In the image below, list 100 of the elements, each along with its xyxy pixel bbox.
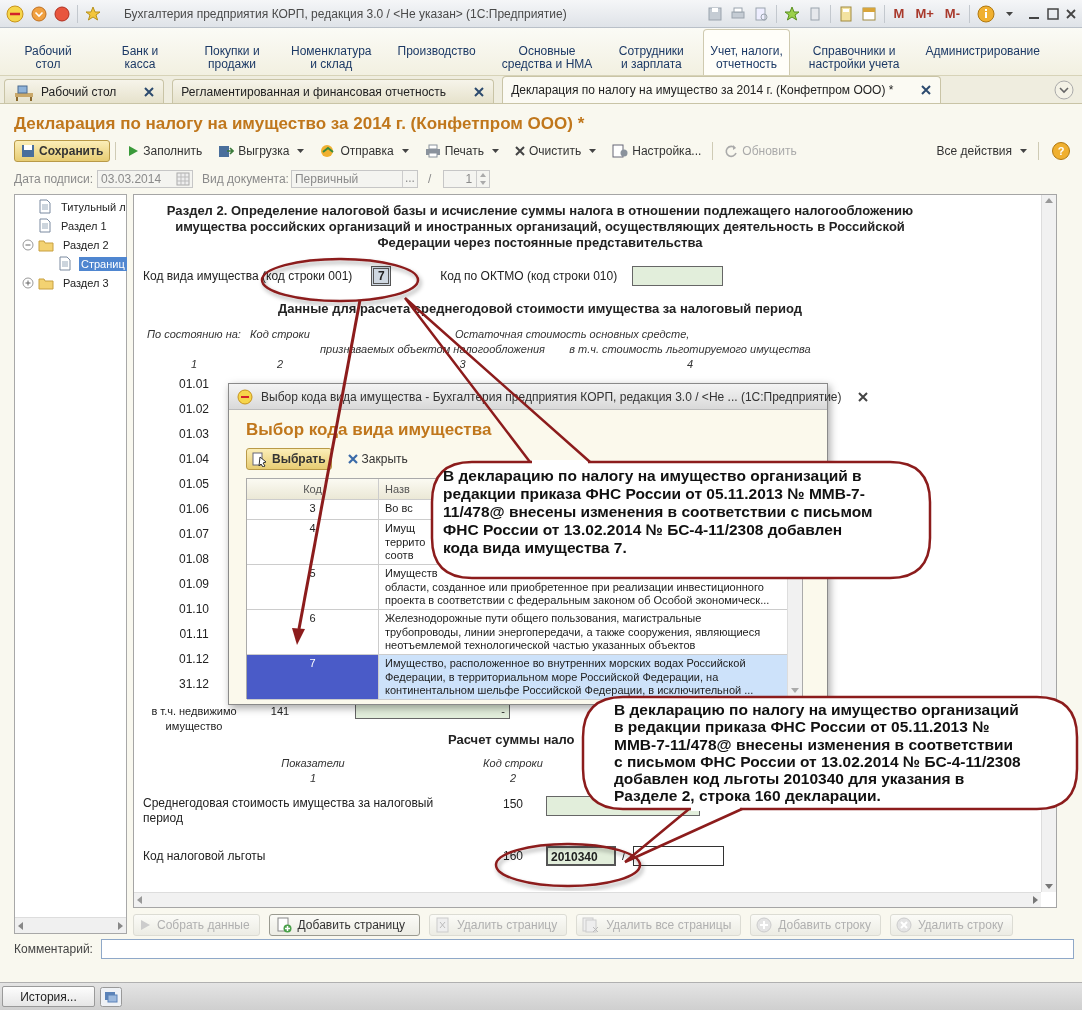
toolbar-button[interactable]: Сохранить [14, 140, 111, 162]
toolbar-button[interactable]: Выгрузка [212, 140, 311, 162]
star-plus-icon[interactable] [783, 5, 800, 22]
date-label: 01.12 [179, 652, 209, 666]
save-icon [21, 144, 35, 158]
info-icon[interactable] [977, 4, 995, 23]
star-icon[interactable] [85, 5, 101, 22]
expand-icon[interactable] [22, 276, 34, 289]
field-label: Код вида имущества (код строки 001) [143, 269, 353, 283]
windows-icon[interactable] [100, 986, 122, 1007]
export-icon [218, 144, 235, 158]
document-tab[interactable]: Регламентированная и финансовая отчетность [172, 79, 495, 103]
code-cell[interactable]: 7 [247, 655, 379, 699]
field-label: Код по ОКТМО (код строки 010) [440, 269, 618, 283]
section-tab[interactable]: Производство [390, 29, 483, 75]
name-cell[interactable]: Имущество, расположенное во внутренних морских водах Российской Федерации, в территориальном море Российской Федерации, на континентальном шельфе Российской Федерации, в исключительной ... [379, 655, 787, 699]
row-code: 141 [270, 704, 290, 719]
name-cell[interactable]: Железнодорожные пути общего пользования, магистральные трубопроводы, линии энергопередачи, а также сооружения, являющиеся неотъемлемой технологической частью указанных объектов [379, 610, 787, 654]
preview-icon[interactable] [752, 5, 769, 22]
maximize-icon[interactable] [1047, 7, 1059, 20]
section-tab[interactable]: Банк и касса [100, 29, 180, 75]
form-title: Декларация по налогу на имущество за 2014 г. (Конфетпром ООО) * [14, 113, 586, 135]
add-row-icon [756, 917, 773, 933]
close-icon[interactable] [857, 391, 868, 402]
date-label: 01.09 [179, 577, 209, 591]
row-code: 150 [502, 796, 524, 812]
dialog-button[interactable]: Выбрать [246, 448, 332, 470]
toolbar-button[interactable]: Заполнить [121, 140, 209, 162]
folder-icon [38, 275, 54, 290]
toolbar-button[interactable]: Настройка... [606, 140, 708, 162]
section-tab[interactable]: Справочники и настройки учета [801, 29, 907, 75]
all-actions-button[interactable]: Все действия [930, 140, 1033, 162]
form-button[interactable]: Добавить страницу [268, 914, 421, 936]
row-label: Код налоговой льготы [143, 848, 267, 864]
tree-item[interactable]: Страниц [79, 256, 127, 271]
dropdown-icon[interactable] [31, 5, 47, 22]
memory-button[interactable]: M- [942, 6, 962, 21]
benefit-code-field[interactable]: 2010340 [546, 846, 616, 866]
document-tab[interactable]: Декларация по налогу на имущество за 2014 г. (Конфетпром ООО) * [502, 76, 942, 103]
caret-icon [1020, 149, 1027, 153]
value-field[interactable] [633, 846, 725, 866]
document-tab[interactable]: Рабочий стол [4, 79, 165, 103]
close-icon[interactable] [144, 86, 155, 97]
column-number: 2 [508, 771, 518, 786]
field-label: Дата подписи: [14, 172, 94, 186]
folder-icon [38, 237, 54, 252]
oktmo-field[interactable] [632, 266, 724, 286]
print-icon[interactable] [729, 5, 746, 22]
toolbar-button[interactable]: Отправка [314, 140, 415, 162]
memory-button[interactable]: M [891, 6, 907, 21]
section-tab[interactable]: Покупки и продажи [192, 29, 272, 75]
logo-icon [237, 388, 253, 405]
history-button[interactable]: История... [2, 986, 95, 1007]
delete-pages-icon [582, 917, 601, 933]
column-header: Код [303, 483, 322, 495]
section-tab[interactable]: Основные средства и НМА [494, 29, 600, 75]
column-header: Код строки [483, 756, 543, 771]
section-tab[interactable]: Сотрудники и зарплата [611, 29, 692, 75]
play-icon [127, 145, 140, 157]
refresh-icon [724, 144, 739, 158]
comment-field[interactable] [100, 939, 1074, 959]
caret-icon [589, 149, 597, 153]
section-tab[interactable]: Рабочий стол [8, 29, 88, 75]
memory-button[interactable]: M+ [913, 6, 936, 21]
column-header: Показатели [280, 756, 346, 771]
column-header: в т.ч. стоимость льготируемого имущества [569, 342, 811, 357]
desk-icon [13, 82, 35, 101]
toolbar-button[interactable]: Печать [418, 140, 505, 162]
save-icon[interactable] [706, 5, 723, 22]
section-tab[interactable]: Администрирование [918, 29, 1047, 75]
window-title: Бухгалтерия предприятия КОРП, редакция 3.0 / <Не указан> (1С:Предприятие) [124, 6, 567, 21]
section-heading: Раздел 2. Определение налоговой базы и исчисление суммы налога в отношении подлежащего налогообложению имущества российских организаций и иностранных организаций, осуществляющих деятельность в Российской Федерации через постоянные представительства [165, 203, 915, 251]
code-cell[interactable]: 3 [247, 500, 379, 519]
date-label: 01.08 [179, 552, 209, 566]
tabs-menu-icon[interactable] [1054, 80, 1074, 100]
date-label: 01.01 [179, 377, 209, 391]
column-header: По состоянию на: [147, 327, 241, 342]
toolbar-button[interactable]: Очистить [509, 140, 603, 162]
close-icon[interactable] [1066, 8, 1076, 19]
tree-item[interactable]: Раздел 3 [61, 275, 111, 290]
column-number: 3 [459, 357, 466, 372]
row-label: Среднегодовая стоимость имущества за налоговый период [143, 796, 435, 826]
code-cell[interactable]: 4 [247, 520, 379, 564]
tree-item[interactable]: Раздел 2 [61, 237, 111, 252]
date-label: 01.07 [179, 527, 209, 541]
close-icon[interactable] [474, 86, 485, 97]
play-icon [139, 919, 151, 931]
dialog-button[interactable]: Закрыть [341, 448, 414, 470]
property-code-field[interactable]: 7 [371, 266, 392, 286]
logo-icon[interactable] [6, 4, 24, 23]
section-tab[interactable]: Номенклатура и склад [284, 29, 379, 75]
column-header: Назв [385, 483, 410, 495]
calendar-icon[interactable] [860, 5, 877, 22]
section-tab[interactable]: Учет, налоги, отчетность [703, 29, 790, 75]
collapse-icon[interactable] [22, 238, 34, 251]
tree-item[interactable]: Раздел 1 [59, 218, 109, 233]
print-icon [424, 144, 441, 158]
tree-item[interactable]: Титульный л [59, 199, 128, 214]
close-icon[interactable] [921, 85, 932, 95]
column-number: 1 [190, 357, 198, 372]
